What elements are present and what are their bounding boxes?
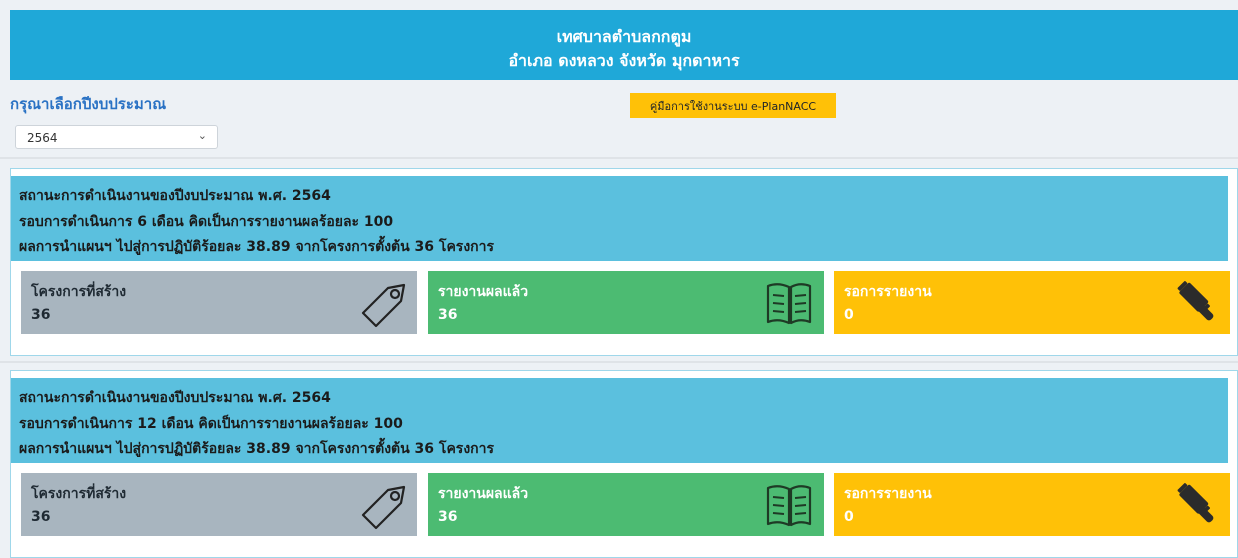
status-year-line: สถานะการดำเนินงานของปีงบประมาณ พ.ศ. 2564 [19, 390, 331, 406]
tag-icon [361, 485, 406, 530]
status-panel-12-months: สถานะการดำเนินงานของปีงบประมาณ พ.ศ. 2564… [10, 370, 1238, 558]
user-manual-button[interactable]: คู่มือการใช้งานระบบ e-PlanNACC [630, 93, 836, 118]
card-pending[interactable]: รอการรายงาน 0 [834, 473, 1230, 536]
card-label: รายงานผลแล้ว [438, 486, 529, 502]
card-count: 36 [31, 307, 51, 323]
card-reported[interactable]: รายงานผลแล้ว 36 [428, 473, 824, 536]
card-label: รอการรายงาน [844, 486, 932, 502]
fiscal-year-select[interactable]: 2564 ⌄ [15, 125, 218, 149]
card-reported[interactable]: รายงานผลแล้ว 36 [428, 271, 824, 334]
card-projects-created[interactable]: โครงการที่สร้าง 36 [21, 473, 417, 536]
status-year-line: สถานะการดำเนินงานของปีงบประมาณ พ.ศ. 2564 [19, 188, 331, 204]
status-summary: สถานะการดำเนินงานของปีงบประมาณ พ.ศ. 2564… [11, 378, 1228, 463]
fiscal-year-selected-value: 2564 [27, 131, 58, 145]
book-icon [766, 485, 812, 527]
site-header: เทศบาลตำบลกกตูม อำเภอ ดงหลวง จังหวัด มุก… [10, 10, 1238, 80]
card-pending[interactable]: รอการรายงาน 0 [834, 271, 1230, 334]
status-round-line: รอบการดำเนินการ 12 เดือน คิดเป็นการรายงา… [19, 416, 403, 432]
book-icon [766, 283, 812, 325]
card-label: รอการรายงาน [844, 284, 932, 300]
status-result-line: ผลการนำแผนฯ ไปสู่การปฏิบัติร้อยละ 38.89 … [19, 239, 495, 255]
card-count: 0 [844, 509, 854, 525]
status-round-line: รอบการดำเนินการ 6 เดือน คิดเป็นการรายงาน… [19, 214, 394, 230]
chevron-down-icon: ⌄ [197, 129, 207, 142]
card-count: 36 [438, 509, 458, 525]
header-title: เทศบาลตำบลกกตูม [556, 27, 692, 46]
card-count: 36 [438, 307, 458, 323]
header-subtitle: อำเภอ ดงหลวง จังหวัด มุกดาหาร [508, 51, 740, 70]
user-manual-button-label: คู่มือการใช้งานระบบ e-PlanNACC [649, 99, 817, 113]
divider [0, 157, 1238, 159]
card-projects-created[interactable]: โครงการที่สร้าง 36 [21, 271, 417, 334]
card-count: 0 [844, 307, 854, 323]
tag-icon [361, 283, 406, 328]
fiscal-year-label: กรุณาเลือกปีงบประมาณ [10, 95, 167, 113]
gavel-icon [1177, 483, 1214, 523]
card-label: รายงานผลแล้ว [438, 284, 529, 300]
gavel-icon [1177, 281, 1214, 321]
status-result-line: ผลการนำแผนฯ ไปสู่การปฏิบัติร้อยละ 38.89 … [19, 441, 495, 457]
status-summary: สถานะการดำเนินงานของปีงบประมาณ พ.ศ. 2564… [11, 176, 1228, 261]
divider [0, 361, 1238, 363]
status-panel-6-months: สถานะการดำเนินงานของปีงบประมาณ พ.ศ. 2564… [10, 168, 1238, 356]
card-label: โครงการที่สร้าง [31, 284, 127, 300]
card-label: โครงการที่สร้าง [31, 486, 127, 502]
card-count: 36 [31, 509, 51, 525]
